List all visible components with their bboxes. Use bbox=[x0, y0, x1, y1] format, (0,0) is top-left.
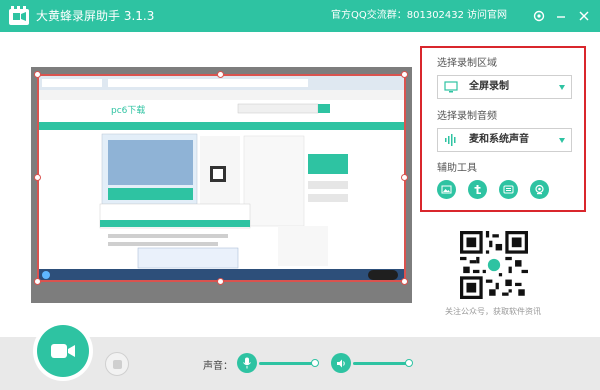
app-title: 大黄蜂录屏助手 3.1.3 bbox=[36, 9, 155, 23]
minimize-icon bbox=[557, 16, 565, 18]
wechat-qr-code bbox=[460, 231, 528, 299]
resize-handle[interactable] bbox=[34, 71, 41, 78]
site-logo-text: pc6下载 bbox=[111, 104, 145, 116]
record-button[interactable] bbox=[33, 321, 93, 381]
close-button[interactable] bbox=[575, 7, 593, 25]
resize-handle[interactable] bbox=[217, 278, 224, 285]
region-value: 全屏录制 bbox=[469, 81, 509, 92]
audio-select[interactable]: 麦和系统声音 bbox=[437, 128, 572, 152]
record-button-face bbox=[37, 325, 89, 377]
image-tool-button[interactable] bbox=[437, 180, 456, 199]
camera-tool-button[interactable] bbox=[530, 180, 549, 199]
region-select[interactable]: 全屏录制 bbox=[437, 75, 572, 99]
subtitle-icon bbox=[503, 185, 514, 194]
resize-handle[interactable] bbox=[34, 174, 41, 181]
audio-wave-icon bbox=[445, 134, 456, 146]
app-window: 大黄蜂录屏助手 3.1.3 官方QQ交流群：801302432 访问官网 pc6… bbox=[0, 0, 600, 390]
slider-knob[interactable] bbox=[405, 359, 413, 367]
monitor-icon bbox=[444, 81, 458, 93]
subtitle-tool-button[interactable] bbox=[499, 180, 518, 199]
resize-handle[interactable] bbox=[401, 71, 408, 78]
minimize-button[interactable] bbox=[552, 7, 570, 25]
text-icon bbox=[474, 185, 481, 194]
image-icon bbox=[441, 185, 452, 194]
speaker-icon bbox=[336, 359, 345, 367]
resize-handle[interactable] bbox=[217, 71, 224, 78]
chevron-down-icon bbox=[559, 138, 565, 143]
resize-handle[interactable] bbox=[34, 278, 41, 285]
qr-caption: 关注公众号，获取软件资讯 bbox=[445, 307, 541, 316]
region-label: 选择录制区域 bbox=[437, 58, 497, 69]
video-camera-icon bbox=[51, 344, 75, 358]
recording-preview[interactable]: pc6下载 bbox=[31, 67, 412, 303]
audio-label: 选择录制音频 bbox=[437, 111, 497, 122]
speaker-volume-slider[interactable] bbox=[353, 359, 413, 367]
title-bar: 大黄蜂录屏助手 3.1.3 官方QQ交流群：801302432 访问官网 bbox=[0, 0, 600, 32]
settings-icon bbox=[533, 10, 545, 22]
app-logo-icon bbox=[9, 6, 29, 25]
close-icon bbox=[579, 11, 589, 21]
settings-panel: 选择录制区域 全屏录制 选择录制音频 麦和系统声音 辅助工具 bbox=[420, 46, 586, 212]
microphone-icon bbox=[243, 357, 251, 369]
settings-button[interactable] bbox=[530, 7, 548, 25]
microphone-volume-slider[interactable] bbox=[259, 359, 319, 367]
tools-label: 辅助工具 bbox=[437, 163, 477, 174]
text-tool-button[interactable] bbox=[468, 180, 487, 199]
microphone-toggle[interactable] bbox=[237, 353, 257, 373]
speaker-toggle[interactable] bbox=[331, 353, 351, 373]
preview-screenshot: pc6下载 bbox=[38, 76, 405, 281]
slider-knob[interactable] bbox=[311, 359, 319, 367]
audio-value: 麦和系统声音 bbox=[469, 134, 529, 145]
camera-icon bbox=[535, 184, 544, 195]
stop-icon bbox=[112, 359, 122, 369]
desktop-thumbnail: pc6下载 bbox=[38, 76, 405, 281]
resize-handle[interactable] bbox=[401, 174, 408, 181]
qq-group-text: 官方QQ交流群：801302432 bbox=[331, 10, 465, 21]
resize-handle[interactable] bbox=[401, 278, 408, 285]
visit-site-link[interactable]: 访问官网 bbox=[467, 9, 507, 23]
volume-label: 声音： bbox=[203, 361, 233, 372]
stop-button[interactable] bbox=[105, 352, 129, 376]
chevron-down-icon bbox=[559, 85, 565, 90]
